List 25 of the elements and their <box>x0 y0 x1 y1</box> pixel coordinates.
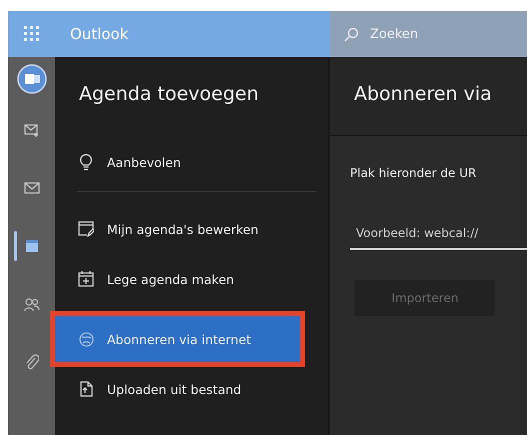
calendar-edit-icon <box>78 221 94 237</box>
lightbulb-icon <box>80 154 92 170</box>
menu-item[interactable]: Abonneren via internet <box>55 316 300 362</box>
panel-title: Abonneren via <box>330 57 527 136</box>
outlook-logo-icon[interactable] <box>16 64 46 94</box>
search-icon <box>344 26 359 42</box>
calendar-add-icon <box>78 271 94 287</box>
globe-icon <box>78 332 94 346</box>
menu-item[interactable]: Uploaden uit bestand <box>55 366 300 412</box>
app-name: Outlook <box>69 25 130 43</box>
paperclip-icon[interactable] <box>24 354 38 370</box>
menu-item[interactable]: Mijn agenda's bewerken <box>55 206 300 252</box>
menu-item[interactable]: Aanbevolen <box>55 139 300 185</box>
instruction-text: Plak hieronder de UR <box>350 166 478 180</box>
search-bar[interactable]: Zoeken <box>330 11 527 57</box>
new-message-icon[interactable] <box>24 122 40 138</box>
people-icon[interactable] <box>24 296 40 312</box>
menu-item[interactable]: Lege agenda maken <box>55 256 300 302</box>
url-field[interactable]: Voorbeeld: webcal:// <box>350 226 527 250</box>
app-launcher-icon[interactable] <box>24 26 40 42</box>
calendar-icon[interactable] <box>24 239 38 253</box>
search-field[interactable]: Zoeken <box>368 26 522 42</box>
panel-title: Agenda toevoegen <box>78 82 260 107</box>
mail-icon[interactable] <box>24 181 40 195</box>
file-upload-icon <box>80 381 92 397</box>
